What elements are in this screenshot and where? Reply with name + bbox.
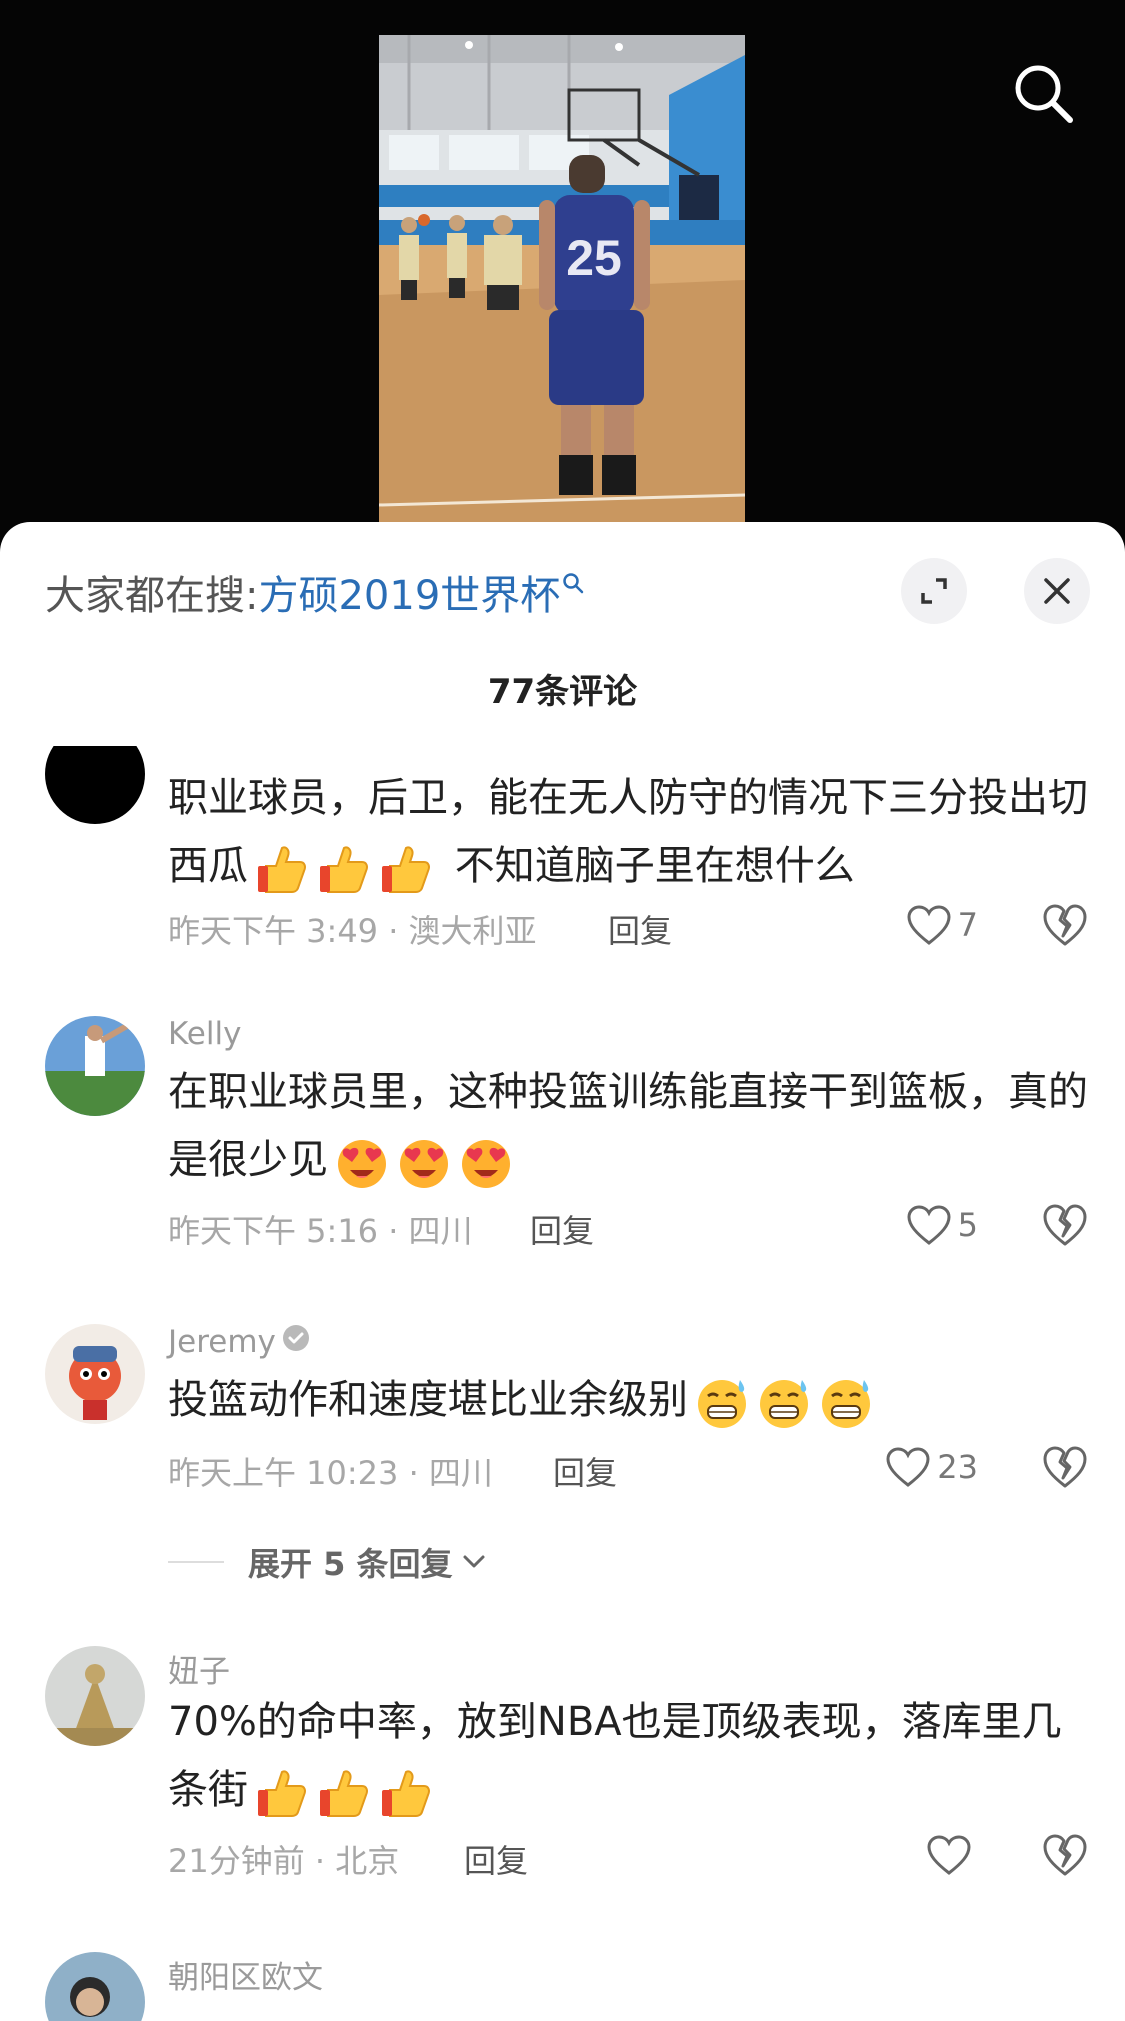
small-search-icon [562, 558, 584, 604]
avatar[interactable] [45, 1324, 145, 1424]
comment-username[interactable]: Kelly [168, 1016, 241, 1052]
dislike-button[interactable] [1042, 902, 1088, 956]
comment-time-location: 昨天上午 10:23 · 四川 [168, 1454, 493, 1492]
thumbs-up-emoji [252, 1762, 312, 1822]
comment-item: 朝阳区欧文 [0, 1952, 1125, 2021]
broken-heart-icon [1043, 1204, 1087, 1246]
heart-icon [886, 1447, 930, 1487]
grimace-sweat-emoji [754, 1372, 814, 1432]
comment-time-location: 昨天下午 5:16 · 四川 [168, 1212, 473, 1250]
comment-meta: 昨天下午 3:49 · 澳大利亚 回复 7 [168, 904, 1088, 954]
expand-replies-label: 展开 5 条回复 [248, 1545, 453, 1583]
hot-search-label: 大家都在搜: [45, 573, 259, 619]
emoji-group [692, 1372, 878, 1432]
comment-text: 70%的命中率，放到NBA也是顶级表现，落库里几条街 [168, 1688, 1088, 1824]
heart-icon [907, 905, 951, 945]
comment-text: 投篮动作和速度堪比业余级别 [168, 1366, 1088, 1434]
username-text: Jeremy [168, 1324, 276, 1360]
expand-replies-button[interactable]: 展开 5 条回复 [168, 1539, 489, 1585]
like-button[interactable]: 7 [906, 904, 978, 946]
chevron-down-icon [463, 1555, 485, 1568]
comment-meta: 21分钟前 · 北京 回复 [168, 1834, 1088, 1884]
search-icon[interactable] [1012, 62, 1076, 126]
comment-body: 在职业球员里，这种投篮训练能直接干到篮板，真的是很少见 [168, 1069, 1088, 1183]
username-text: 妞子 [168, 1654, 230, 1690]
heart-icon [927, 1835, 971, 1875]
thumbs-up-emoji [252, 838, 312, 898]
like-button[interactable] [926, 1834, 978, 1876]
hot-search-bar[interactable]: 大家都在搜: 方硕2019世界杯 [45, 562, 584, 622]
heart-eyes-emoji [394, 1132, 454, 1192]
avatar[interactable] [45, 1016, 145, 1116]
username-text: Kelly [168, 1016, 242, 1052]
comment-item: Jeremy 投篮动作和速度堪比业余级别 昨天上午 10:23 · 四川 回复 … [0, 1324, 1125, 1524]
emoji-group [252, 1762, 438, 1822]
avatar[interactable] [45, 1646, 145, 1746]
comment-time-location: 昨天下午 3:49 · 澳大利亚 [168, 912, 537, 950]
grimace-sweat-emoji [816, 1372, 876, 1432]
expand-icon [921, 578, 947, 604]
video-player[interactable]: 25 [0, 0, 1125, 545]
avatar[interactable] [45, 1952, 145, 2021]
dislike-button[interactable] [1042, 1202, 1088, 1256]
like-button[interactable]: 5 [906, 1204, 978, 1246]
comment-meta: 昨天上午 10:23 · 四川 回复 23 [168, 1446, 1088, 1496]
thumbs-up-emoji [314, 1762, 374, 1822]
like-count: 5 [957, 1206, 978, 1244]
reply-button[interactable]: 回复 [530, 1206, 594, 1252]
like-count: 7 [957, 906, 978, 944]
hot-search-term-link[interactable]: 方硕2019世界杯 [258, 563, 560, 621]
comment-username[interactable]: 朝阳区欧文 [168, 1952, 323, 1997]
broken-heart-icon [1043, 1446, 1087, 1488]
comment-item: 职业球员，后卫，能在无人防守的情况下三分投出切西瓜 不知道脑子里在想什么 昨天下… [0, 746, 1125, 976]
thumbs-up-emoji [314, 838, 374, 898]
emoji-group [252, 838, 438, 898]
basketball-court-image: 25 [379, 35, 745, 525]
comment-username[interactable]: 妞子 [168, 1646, 230, 1691]
video-frame[interactable]: 25 [379, 35, 745, 525]
comment-body-tail: 不知道脑子里在想什么 [442, 843, 855, 889]
thumbs-up-emoji [376, 1762, 436, 1822]
heart-icon [907, 1205, 951, 1245]
avatar[interactable] [45, 746, 145, 824]
grimace-sweat-emoji [692, 1372, 752, 1432]
comment-list: 职业球员，后卫，能在无人防守的情况下三分投出切西瓜 不知道脑子里在想什么 昨天下… [0, 746, 1125, 2021]
comment-meta: 昨天下午 5:16 · 四川 回复 5 [168, 1204, 1088, 1254]
reply-button[interactable]: 回复 [464, 1836, 528, 1882]
reply-button[interactable]: 回复 [608, 906, 672, 952]
dislike-button[interactable] [1042, 1832, 1088, 1886]
comment-text: 在职业球员里，这种投篮训练能直接干到篮板，真的是很少见 [168, 1058, 1088, 1194]
username-text: 朝阳区欧文 [168, 1960, 323, 1996]
comments-sheet: 大家都在搜: 方硕2019世界杯 77条评论 职业球员，后卫，能在无人防守的情况… [0, 522, 1125, 2021]
close-icon [1044, 578, 1070, 604]
thumbs-up-emoji [376, 838, 436, 898]
heart-eyes-emoji [332, 1132, 392, 1192]
comment-count: 77条评论 [487, 672, 638, 712]
comment-username[interactable]: Jeremy [168, 1324, 310, 1360]
broken-heart-icon [1043, 904, 1087, 946]
comment-text: 职业球员，后卫，能在无人防守的情况下三分投出切西瓜 不知道脑子里在想什么 [168, 764, 1088, 900]
svg-text:25: 25 [566, 230, 622, 286]
like-count: 23 [937, 1448, 978, 1486]
reply-button[interactable]: 回复 [553, 1448, 617, 1494]
comment-item: Kelly 在职业球员里，这种投篮训练能直接干到篮板，真的是很少见 昨天下午 5… [0, 1016, 1125, 1276]
comment-item: 妞子 70%的命中率，放到NBA也是顶级表现，落库里几条街 21分钟前 · 北京… [0, 1646, 1125, 1906]
broken-heart-icon [1043, 1834, 1087, 1876]
expand-button[interactable] [901, 558, 967, 624]
comment-body: 投篮动作和速度堪比业余级别 [168, 1377, 688, 1423]
close-button[interactable] [1024, 558, 1090, 624]
sheet-header: 大家都在搜: 方硕2019世界杯 77条评论 [0, 522, 1125, 746]
heart-eyes-emoji [456, 1132, 516, 1192]
like-button[interactable]: 23 [885, 1446, 978, 1488]
emoji-group [332, 1132, 518, 1192]
dislike-button[interactable] [1042, 1444, 1088, 1498]
divider-line [168, 1561, 224, 1563]
verified-icon [282, 1324, 310, 1360]
comment-time-location: 21分钟前 · 北京 [168, 1842, 400, 1880]
